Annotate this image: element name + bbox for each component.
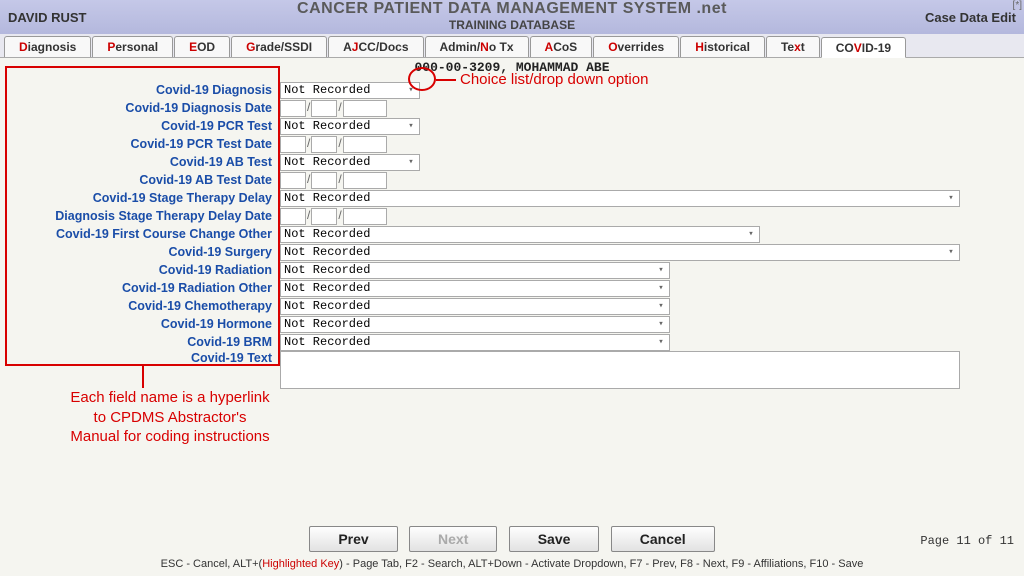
date-ab[interactable]: // [280, 172, 387, 189]
label-brm[interactable]: Covid-19 BRM [0, 335, 280, 349]
cancel-button[interactable]: Cancel [611, 526, 715, 552]
tab-admin-no-tx[interactable]: Admin/No Tx [425, 36, 529, 57]
header-username: DAVID RUST [8, 10, 86, 25]
select-radiation[interactable]: Not Recorded▾ [280, 262, 670, 279]
select-ab-test[interactable]: Not Recorded▾ [280, 154, 420, 171]
select-stage-delay[interactable]: Not Recorded▾ [280, 190, 960, 207]
chevron-down-icon: ▾ [946, 247, 956, 257]
label-radiation[interactable]: Covid-19 Radiation [0, 263, 280, 277]
chevron-down-icon: ▾ [656, 319, 666, 329]
tab-historical[interactable]: Historical [680, 36, 765, 57]
chevron-down-icon: ▾ [656, 337, 666, 347]
select-surgery[interactable]: Not Recorded▾ [280, 244, 960, 261]
date-stage-delay[interactable]: // [280, 208, 387, 225]
chevron-down-icon: ▾ [406, 85, 416, 95]
tab-personal[interactable]: Personal [92, 36, 173, 57]
select-first-course[interactable]: Not Recorded▾ [280, 226, 760, 243]
date-pcr[interactable]: // [280, 136, 387, 153]
select-brm[interactable]: Not Recorded▾ [280, 334, 670, 351]
select-radiation-other[interactable]: Not Recorded▾ [280, 280, 670, 297]
select-chemo[interactable]: Not Recorded▾ [280, 298, 670, 315]
annotation-labels-text: Each field name is a hyperlink to CPDMS … [70, 388, 270, 447]
chevron-down-icon: ▾ [406, 121, 416, 131]
tab-eod[interactable]: EOD [174, 36, 230, 57]
app-subtitle: TRAINING DATABASE [212, 18, 812, 32]
tab-covid-19[interactable]: COVID-19 [821, 37, 906, 58]
label-stage-delay-date[interactable]: Diagnosis Stage Therapy Delay Date [0, 209, 280, 223]
label-first-course[interactable]: Covid-19 First Course Change Other [0, 227, 280, 241]
chevron-down-icon: ▾ [406, 157, 416, 167]
form-area: Covid-19 Diagnosis Not Recorded▾ Covid-1… [0, 77, 1024, 389]
save-button[interactable]: Save [509, 526, 600, 552]
chevron-down-icon: ▾ [656, 301, 666, 311]
keyboard-hints: ESC - Cancel, ALT+(Highlighted Key) - Pa… [0, 558, 1024, 570]
label-radiation-other[interactable]: Covid-19 Radiation Other [0, 281, 280, 295]
label-diagnosis[interactable]: Covid-19 Diagnosis [0, 83, 280, 97]
footer-bar: Prev Next Save Cancel ESC - Cancel, ALT+… [0, 526, 1024, 570]
patient-id-line: 000-00-3209, MOHAMMAD ABE [0, 58, 1024, 77]
tab-text[interactable]: Text [766, 36, 820, 57]
label-pcr-date[interactable]: Covid-19 PCR Test Date [0, 137, 280, 151]
chevron-down-icon: ▾ [656, 283, 666, 293]
header-mode: Case Data Edit [925, 10, 1016, 25]
label-pcr-test[interactable]: Covid-19 PCR Test [0, 119, 280, 133]
app-title: CANCER PATIENT DATA MANAGEMENT SYSTEM .n… [212, 0, 812, 18]
tab-bar: DiagnosisPersonalEODGrade/SSDIAJCC/DocsA… [0, 34, 1024, 58]
chevron-down-icon: ▾ [746, 229, 756, 239]
select-diagnosis[interactable]: Not Recorded▾ [280, 82, 420, 99]
chevron-down-icon: ▾ [946, 193, 956, 203]
prev-button[interactable]: Prev [309, 526, 397, 552]
label-text[interactable]: Covid-19 Text [0, 351, 280, 365]
tab-ajcc-docs[interactable]: AJCC/Docs [328, 36, 423, 57]
label-surgery[interactable]: Covid-19 Surgery [0, 245, 280, 259]
tab-grade-ssdi[interactable]: Grade/SSDI [231, 36, 327, 57]
select-hormone[interactable]: Not Recorded▾ [280, 316, 670, 333]
chevron-down-icon: ▾ [656, 265, 666, 275]
tab-overrides[interactable]: Overrides [593, 36, 679, 57]
next-button: Next [409, 526, 497, 552]
label-hormone[interactable]: Covid-19 Hormone [0, 317, 280, 331]
tab-acos[interactable]: ACoS [530, 36, 593, 57]
textarea-covid-text[interactable] [280, 351, 960, 389]
header-bar: [*] DAVID RUST CANCER PATIENT DATA MANAG… [0, 0, 1024, 34]
date-diagnosis[interactable]: // [280, 100, 387, 117]
label-ab-date[interactable]: Covid-19 AB Test Date [0, 173, 280, 187]
tab-diagnosis[interactable]: Diagnosis [4, 36, 91, 57]
label-diagnosis-date[interactable]: Covid-19 Diagnosis Date [0, 101, 280, 115]
label-ab-test[interactable]: Covid-19 AB Test [0, 155, 280, 169]
select-pcr-test[interactable]: Not Recorded▾ [280, 118, 420, 135]
label-stage-delay[interactable]: Covid-19 Stage Therapy Delay [0, 191, 280, 205]
header-corner-indicator: [*] [1013, 0, 1022, 11]
label-chemo[interactable]: Covid-19 Chemotherapy [0, 299, 280, 313]
